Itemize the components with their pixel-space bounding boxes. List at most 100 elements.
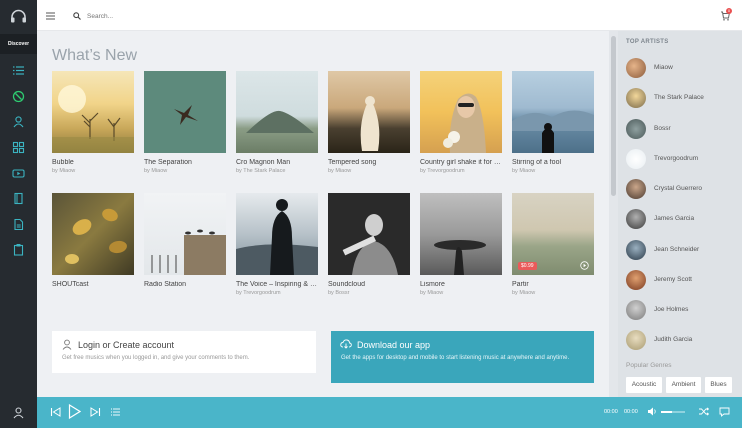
album-cover[interactable]: $0.99 [512,193,594,275]
previous-icon[interactable] [50,407,61,417]
album-artist[interactable]: by Miaow [52,168,134,174]
album-card[interactable]: The Separation by Miaow [144,71,226,174]
genre-tag[interactable]: Blues [705,377,732,393]
album-artist[interactable]: by Miaow [512,168,594,174]
play-circle-icon[interactable] [580,261,589,270]
album-title[interactable]: Soundcloud [328,281,410,288]
album-title[interactable]: Partir [512,281,594,288]
album-artist[interactable]: by Trevorgoodrum [420,168,502,174]
genre-tag[interactable]: Acoustic [626,377,662,393]
sidebar-item-discover[interactable]: Discover [0,34,37,54]
avatar[interactable] [626,88,646,108]
list-icon[interactable] [12,64,25,77]
chat-icon[interactable] [719,407,730,417]
album-title[interactable]: The Voice – Inspiring & Emotional [236,281,318,288]
artist-item[interactable]: Crystal Guerrero [626,179,736,199]
genre-tag[interactable]: Ambient [666,377,701,393]
headphones-logo-icon[interactable] [10,9,27,23]
album-cover[interactable] [328,71,410,153]
album-title[interactable]: Lismore [420,281,502,288]
artist-name[interactable]: Bossr [654,125,671,132]
main-scrollbar-thumb[interactable] [611,36,616,196]
volume-icon[interactable] [647,407,657,416]
album-cover[interactable] [512,71,594,153]
album-cover[interactable] [144,193,226,275]
album-card[interactable]: SHOUTcast [52,193,134,290]
album-title[interactable]: Tempered song [328,159,410,166]
login-title[interactable]: Login or Create account [78,340,174,350]
artist-item[interactable]: James Garcia [626,209,736,229]
login-box[interactable]: Login or Create account Get free musics … [52,331,316,373]
album-artist[interactable]: by The Stark Palace [236,168,318,174]
album-card[interactable]: Lismore by Miaow [420,193,502,296]
album-cover[interactable] [236,193,318,275]
album-title[interactable]: Bubble [52,159,134,166]
download-title[interactable]: Download our app [357,340,430,350]
shuffle-icon[interactable] [699,407,709,416]
artist-item[interactable]: Judith Garcia [626,330,736,350]
artist-name[interactable]: Trevorgoodrum [654,155,698,162]
album-card[interactable]: The Voice – Inspiring & Emotional by Tre… [236,193,318,296]
artist-name[interactable]: Miaow [654,64,673,71]
grid-icon[interactable] [12,141,25,154]
album-artist[interactable]: by Miaow [420,290,502,296]
avatar[interactable] [626,119,646,139]
play-icon[interactable] [68,404,81,419]
album-artist[interactable]: by Miaow [512,290,594,296]
artist-item[interactable]: Trevorgoodrum [626,149,736,169]
album-artist[interactable]: by Miaow [328,168,410,174]
next-icon[interactable] [90,407,101,417]
artist-item[interactable]: Bossr [626,119,736,139]
download-app-box[interactable]: Download our app Get the apps for deskto… [331,331,594,383]
book-icon[interactable] [12,192,25,205]
artist-name[interactable]: Judith Garcia [654,336,692,343]
account-user-icon[interactable] [12,406,25,419]
compass-icon[interactable] [12,90,25,103]
search-input[interactable] [87,10,287,22]
artist-name[interactable]: James Garcia [654,215,694,222]
avatar[interactable] [626,149,646,169]
artist-item[interactable]: Jean Schneider [626,240,736,260]
avatar[interactable] [626,300,646,320]
album-card[interactable]: Stirring of a fool by Miaow [512,71,594,174]
price-badge[interactable]: $0.99 [518,262,537,270]
clipboard-icon[interactable] [12,243,25,256]
menu-icon[interactable] [46,12,55,20]
album-cover[interactable] [420,193,502,275]
video-icon[interactable] [12,167,25,180]
album-artist[interactable]: by Bossr [328,290,410,296]
playlist-icon[interactable] [111,408,120,416]
album-title[interactable]: The Separation [144,159,226,166]
album-title[interactable]: Stirring of a fool [512,159,594,166]
album-title[interactable]: Cro Magnon Man [236,159,318,166]
album-card[interactable]: Bubble by Miaow [52,71,134,174]
avatar[interactable] [626,179,646,199]
volume-slider[interactable] [661,411,685,413]
artist-item[interactable]: Jeremy Scott [626,270,736,290]
avatar[interactable] [626,330,646,350]
album-artist[interactable]: by Trevorgoodrum [236,290,318,296]
document-icon[interactable] [12,218,25,231]
avatar[interactable] [626,240,646,260]
album-card[interactable]: Radio Station [144,193,226,290]
artist-item[interactable]: Joe Holmes [626,300,736,320]
album-card[interactable]: Cro Magnon Man by The Stark Palace [236,71,318,174]
album-title[interactable]: Radio Station [144,281,226,288]
album-cover[interactable] [236,71,318,153]
album-cover[interactable] [144,71,226,153]
user-icon[interactable] [12,115,25,128]
album-cover[interactable] [52,193,134,275]
album-card[interactable]: Soundcloud by Bossr [328,193,410,296]
avatar[interactable] [626,270,646,290]
album-card[interactable]: Country girl shake it for me by Trevorgo… [420,71,502,174]
artist-item[interactable]: Miaow [626,58,736,78]
artist-name[interactable]: Crystal Guerrero [654,185,702,192]
album-title[interactable]: Country girl shake it for me [420,159,502,166]
avatar[interactable] [626,209,646,229]
album-card[interactable]: Tempered song by Miaow [328,71,410,174]
search-icon[interactable] [73,12,81,20]
album-cover[interactable] [328,193,410,275]
album-title[interactable]: SHOUTcast [52,281,134,288]
album-cover[interactable] [420,71,502,153]
artist-name[interactable]: Jeremy Scott [654,276,692,283]
